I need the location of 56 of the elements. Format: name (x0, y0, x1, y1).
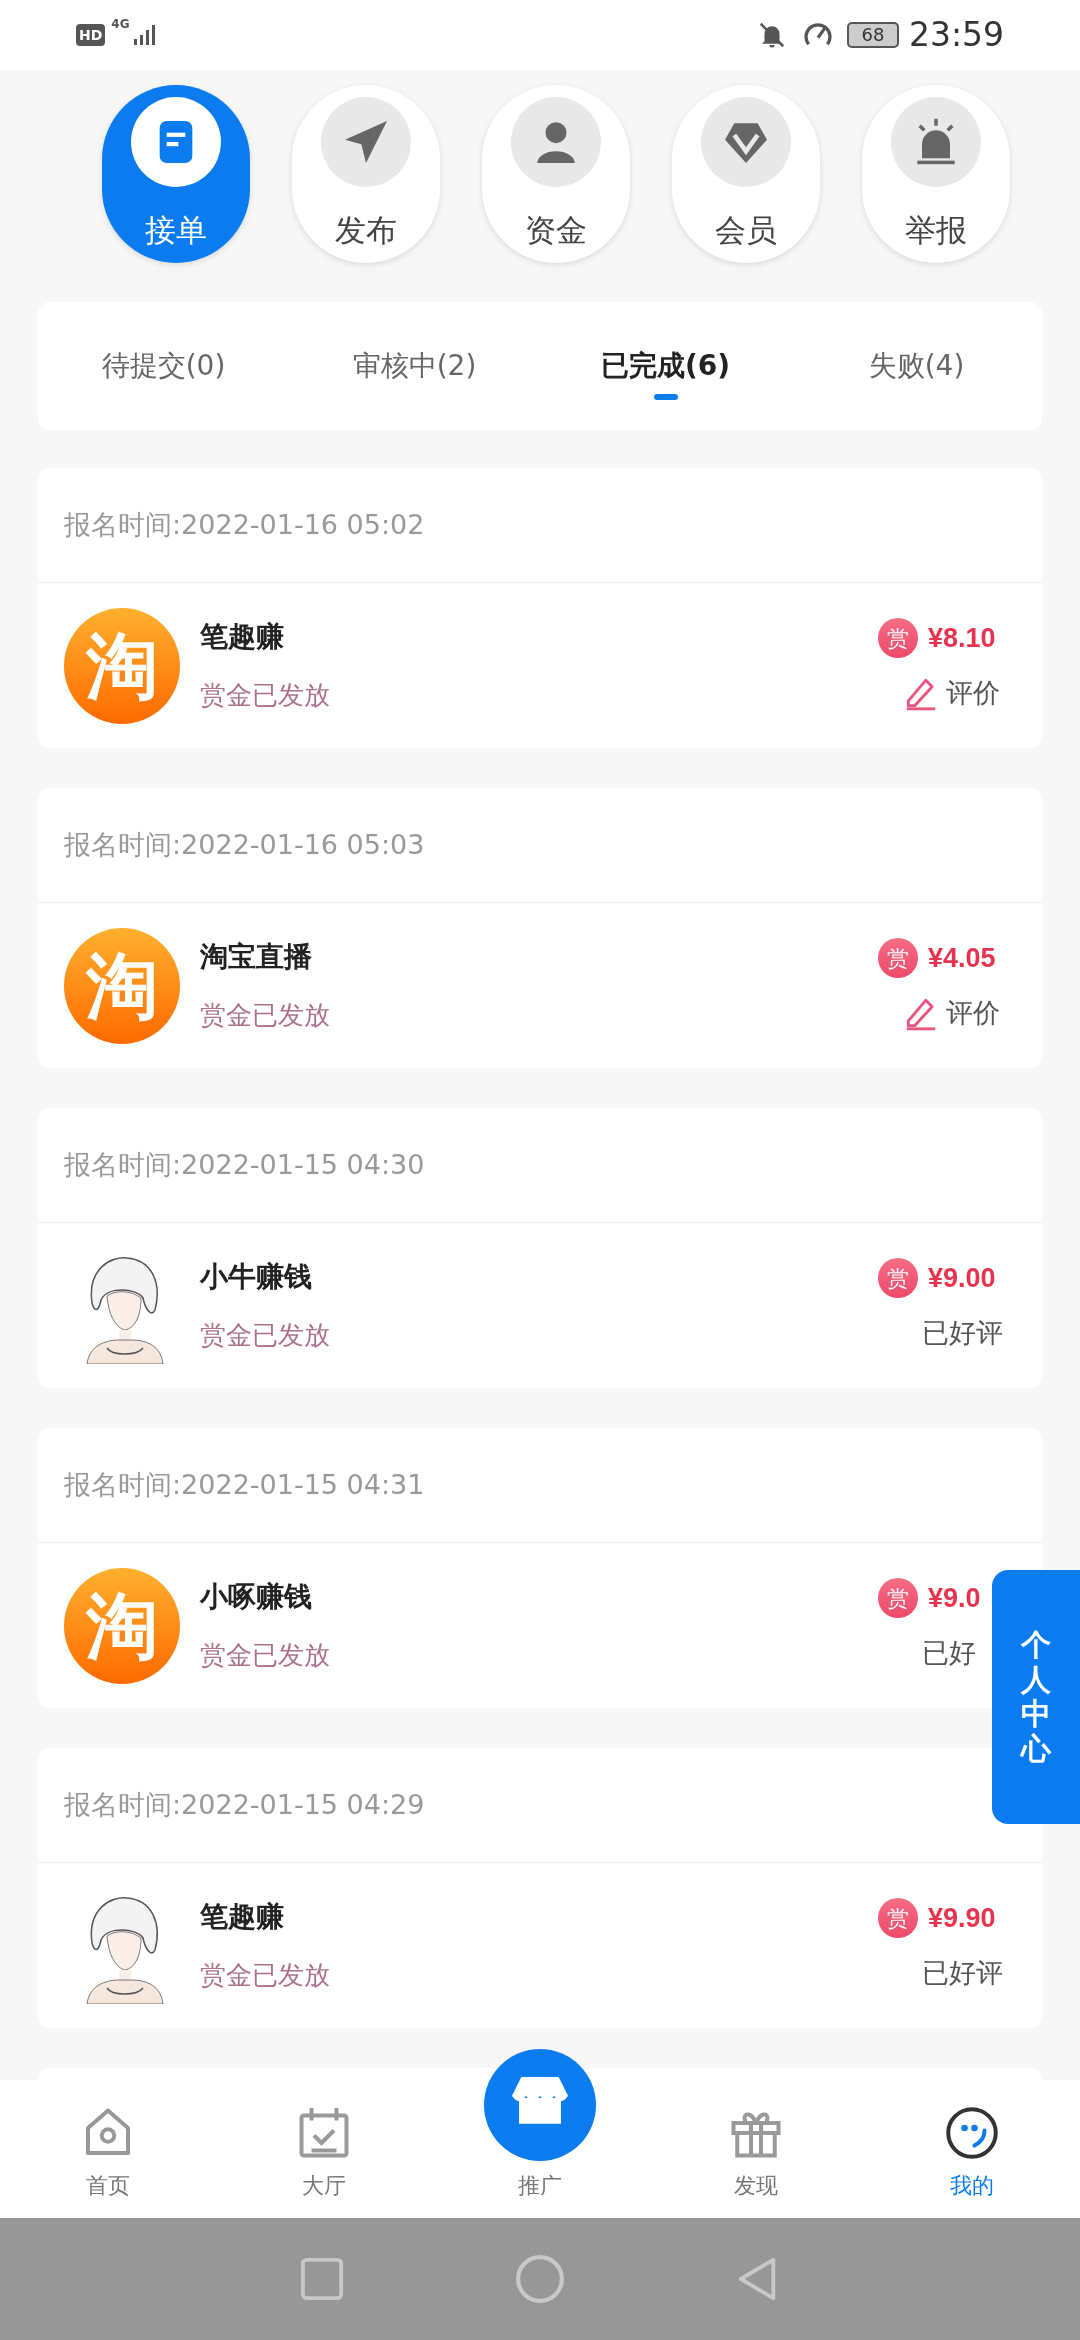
tab[interactable]: 待提交(0) (38, 302, 289, 430)
task-name: 小牛赚钱 (200, 1259, 313, 1295)
payout-status: 赏金已发放 (200, 1639, 331, 1672)
payout-status: 赏金已发放 (200, 999, 331, 1032)
review-status: 已好评 (922, 1315, 1003, 1350)
nav-item[interactable]: 大厅 (216, 2080, 432, 2218)
personal-center-tab[interactable]: 个人中心 (992, 1570, 1080, 1824)
app-logo: 淘 (64, 1567, 180, 1684)
nav-item[interactable]: 推广 (432, 2046, 648, 2218)
task-name: 笔趣赚 (200, 619, 285, 655)
payout-status: 赏金已发放 (200, 1959, 331, 1992)
recents-button[interactable] (299, 2256, 345, 2302)
nav-item[interactable]: 我的 (864, 2080, 1080, 2218)
nav-item[interactable]: 发现 (648, 2080, 864, 2218)
app-logo: 淘 (64, 927, 180, 1044)
review-link[interactable]: 评价 (902, 992, 1000, 1033)
nav-item[interactable]: 首页 (0, 2080, 216, 2218)
reward-badge: 赏 (878, 1578, 918, 1619)
signal-icon (131, 23, 156, 47)
action-button[interactable]: 接单 (102, 85, 250, 263)
active-tab-indicator (653, 394, 678, 400)
tab[interactable]: 失败(4) (791, 302, 1042, 430)
app-logo: 淘 (64, 607, 180, 724)
signup-time: 报名时间:2022-01-15 04:31 (64, 1467, 425, 1502)
tab[interactable]: 审核中(2) (289, 302, 540, 430)
action-button[interactable]: 会员 (672, 85, 820, 263)
reward-badge: 赏 (878, 1258, 918, 1299)
reward-badge: 赏 (878, 618, 918, 659)
reward-badge: 赏 (878, 1898, 918, 1939)
action-button[interactable]: 资金 (482, 85, 630, 263)
reward-amount: ¥9.00 (928, 1262, 996, 1295)
task-name: 淘宝直播 (200, 939, 313, 975)
payout-status: 赏金已发放 (200, 1319, 331, 1352)
task-name: 小啄赚钱 (200, 1579, 313, 1615)
signup-time: 报名时间:2022-01-15 04:30 (64, 1147, 425, 1182)
network-label: 4G (111, 18, 130, 30)
reward-amount: ¥9.90 (928, 1902, 996, 1935)
hd-badge: HD (76, 24, 106, 46)
task-name: 笔趣赚 (200, 1899, 285, 1935)
action-button[interactable]: 发布 (292, 85, 440, 263)
signup-time: 报名时间:2022-01-15 04:29 (64, 1787, 425, 1822)
review-status: 已好 (922, 1635, 976, 1670)
tab[interactable]: 已完成(6) (540, 302, 791, 430)
reward-amount: ¥8.10 (928, 622, 996, 655)
payout-status: 赏金已发放 (200, 679, 331, 712)
signup-time: 报名时间:2022-01-16 05:02 (64, 507, 425, 542)
battery-icon: 68 (846, 22, 899, 48)
signup-time: 报名时间:2022-01-16 05:03 (64, 827, 425, 862)
clock-time: 23:59 (908, 14, 1004, 57)
reward-amount: ¥9.0 (928, 1582, 981, 1615)
review-link[interactable]: 评价 (902, 672, 1000, 713)
home-button[interactable] (515, 2254, 565, 2304)
action-button[interactable]: 举报 (862, 85, 1010, 263)
reward-amount: ¥4.05 (928, 942, 996, 975)
review-status: 已好评 (922, 1955, 1003, 1990)
reward-badge: 赏 (878, 938, 918, 979)
